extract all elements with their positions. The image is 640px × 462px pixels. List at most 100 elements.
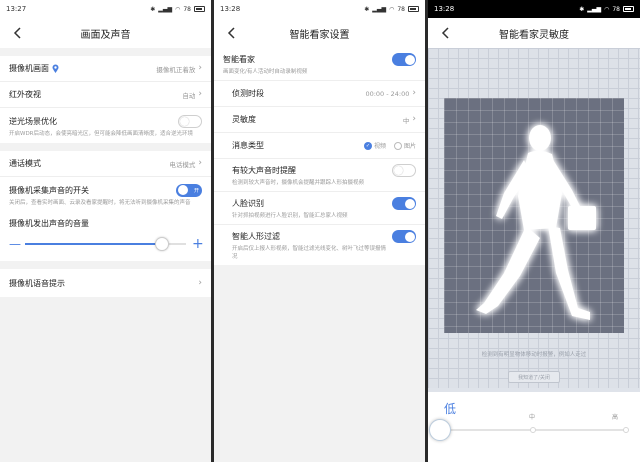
chevron-right-icon: › — [412, 88, 416, 98]
row-camera-view[interactable]: 摄像机画面 摄像机正着放 › — [0, 56, 211, 82]
row-label: 消息类型 — [232, 141, 264, 150]
battery-icon — [194, 6, 205, 12]
toggle-knob — [404, 54, 415, 65]
loud-sound-toggle[interactable] — [392, 164, 416, 177]
settings-group-sound: 通话模式 电话模式 › 摄像机采集声音的开关 开 关闭后，查看实时画面、云录及看… — [0, 151, 211, 261]
level-high-stop[interactable] — [623, 427, 629, 433]
row-description: 针对抓拍视频进行人脸识别，智能汇总家人视频 — [232, 213, 348, 219]
row-loud-sound: 有较大声音时提醒 检测到较大声音时，摄像机会提醒并跟踪人形拍摄视频 — [214, 159, 425, 192]
row-label: 有较大声音时提醒 — [232, 166, 296, 175]
row-label: 灵敏度 — [232, 115, 256, 124]
volume-label: 摄像机发出声音的音量 — [9, 219, 89, 228]
wifi-icon: ◠ — [604, 5, 610, 13]
back-button[interactable] — [222, 24, 240, 42]
sensitivity-panel: 低 中 高 — [428, 392, 640, 462]
level-low-label: 低 — [444, 402, 457, 416]
signal-icon: ▂▄▆ — [587, 5, 602, 13]
page-title: 画面及声音 — [80, 29, 131, 41]
row-sound-capture: 摄像机采集声音的开关 开 — [0, 177, 211, 203]
row-value: 00:00 - 24:00 — [365, 89, 410, 98]
row-label: 摄像机画面 — [9, 64, 49, 73]
dismiss-button[interactable]: 我知道了/关闭 — [508, 371, 560, 383]
signal-icon: ▂▄▆ — [158, 5, 173, 13]
screen-sensitivity: 13:28 ✱ ▂▄▆ ◠ 78 智能看家灵敏度 检测到有明显物体移动时报警，例… — [428, 0, 640, 462]
smart-guard-toggle[interactable] — [392, 53, 416, 66]
back-button[interactable] — [436, 24, 454, 42]
battery-icon — [623, 6, 634, 12]
chevron-left-icon — [227, 27, 235, 39]
status-icons: ✱ ▂▄▆ ◠ 78 — [579, 6, 634, 13]
row-value: 电话模式 — [169, 160, 196, 169]
battery-level: 78 — [183, 5, 191, 13]
row-label: 智能人形过滤 — [232, 232, 280, 241]
bluetooth-icon: ✱ — [364, 5, 370, 13]
toggle-knob — [180, 116, 189, 126]
battery-icon — [408, 6, 419, 12]
toggle-on-label: 开 — [193, 187, 199, 194]
row-label: 人脸识别 — [232, 199, 264, 208]
status-bar: 13:28 ✱ ▂▄▆ ◠ 78 — [428, 0, 640, 18]
volume-down-button[interactable]: — — [9, 238, 21, 250]
radio-empty-icon — [393, 141, 402, 150]
row-description: 检测到较大声音时，摄像机会提醒并跟踪人形拍摄视频 — [232, 180, 365, 186]
sound-capture-toggle[interactable]: 开 — [176, 183, 202, 197]
sensitivity-hint: 检测到有明显物体移动时报警，例如人走过 — [481, 352, 587, 358]
chevron-right-icon: › — [198, 277, 202, 288]
human-filter-toggle[interactable] — [392, 230, 416, 243]
row-label: 通话模式 — [9, 159, 41, 168]
row-human-filter: 智能人形过滤 开启后仅上报人形视频，智能过滤光线变化、树叶飞过等误报情况 — [214, 225, 425, 265]
volume-thumb[interactable] — [154, 237, 169, 251]
volume-up-button[interactable]: + — [192, 237, 204, 251]
bluetooth-icon: ✱ — [150, 5, 156, 13]
row-message-type: 消息类型 ✓ 视频 图片 — [214, 133, 425, 159]
nav-bar: 智能看家灵敏度 — [428, 18, 640, 48]
row-description: 画面变化/有人活动时自动录制视频 — [223, 69, 308, 75]
chevron-left-icon — [13, 27, 21, 39]
status-icons: ✱ ▂▄▆ ◠ 78 — [364, 6, 419, 13]
row-voice-prompt[interactable]: 摄像机语音提示 › — [0, 269, 211, 297]
page-title: 智能看家灵敏度 — [499, 29, 569, 41]
backlight-toggle[interactable] — [178, 114, 202, 128]
row-face-recognition: 人脸识别 针对抓拍视频进行人脸识别，智能汇总家人视频 — [214, 192, 425, 225]
face-recognition-toggle[interactable] — [392, 197, 416, 210]
volume-slider[interactable] — [25, 237, 186, 251]
location-pin-icon — [52, 64, 59, 73]
toggle-knob — [394, 166, 403, 175]
row-detect-period[interactable]: 侦测时段 00:00 - 24:00 › — [214, 81, 425, 107]
sensitivity-slider[interactable] — [429, 419, 629, 441]
row-label: 摄像机采集声音的开关 — [9, 185, 89, 195]
status-time: 13:27 — [6, 5, 27, 13]
row-night-vision[interactable]: 红外夜视 自动 › — [0, 82, 211, 108]
volume-control: 摄像机发出声音的音量 — + — [0, 212, 211, 261]
level-mid-label: 中 — [529, 414, 536, 421]
bluetooth-icon: ✱ — [579, 5, 585, 13]
row-label: 智能看家 — [223, 55, 255, 64]
option-image[interactable]: 图片 — [393, 141, 416, 150]
row-description: 开启后仅上报人形视频，智能过滤光线变化、树叶飞过等误报情况 — [232, 246, 387, 260]
battery-level: 78 — [397, 5, 405, 13]
toggle-knob — [404, 198, 415, 209]
row-value: 自动 — [182, 91, 196, 100]
option-video[interactable]: ✓ 视频 — [363, 141, 386, 150]
row-call-mode[interactable]: 通话模式 电话模式 › — [0, 151, 211, 177]
row-smart-guard: 智能看家 画面变化/有人活动时自动录制视频 — [214, 48, 425, 81]
back-button[interactable] — [8, 24, 26, 42]
nav-bar: 智能看家设置 — [214, 18, 425, 48]
row-backlight: 逆光场景优化 — [0, 108, 211, 134]
row-label: 逆光场景优化 — [9, 116, 57, 126]
status-icons: ✱ ▂▄▆ ◠ 78 — [150, 6, 205, 13]
level-mid-stop[interactable] — [530, 427, 536, 433]
wifi-icon: ◠ — [175, 5, 181, 13]
row-sensitivity[interactable]: 灵敏度 中 › — [214, 107, 425, 133]
check-icon: ✓ — [363, 141, 372, 150]
chevron-right-icon: › — [198, 158, 202, 168]
chevron-right-icon: › — [198, 89, 202, 99]
toggle-knob — [404, 231, 415, 242]
option-label: 图片 — [403, 143, 416, 150]
sensitivity-thumb[interactable] — [429, 419, 451, 441]
status-time: 13:28 — [220, 5, 241, 13]
screen-smart-guard: 13:28 ✱ ▂▄▆ ◠ 78 智能看家设置 智能看家 画面变化/有人活动时自… — [214, 0, 425, 462]
chevron-left-icon — [441, 27, 449, 39]
status-bar: 13:27 ✱ ▂▄▆ ◠ 78 — [0, 0, 211, 18]
signal-icon: ▂▄▆ — [372, 5, 387, 13]
